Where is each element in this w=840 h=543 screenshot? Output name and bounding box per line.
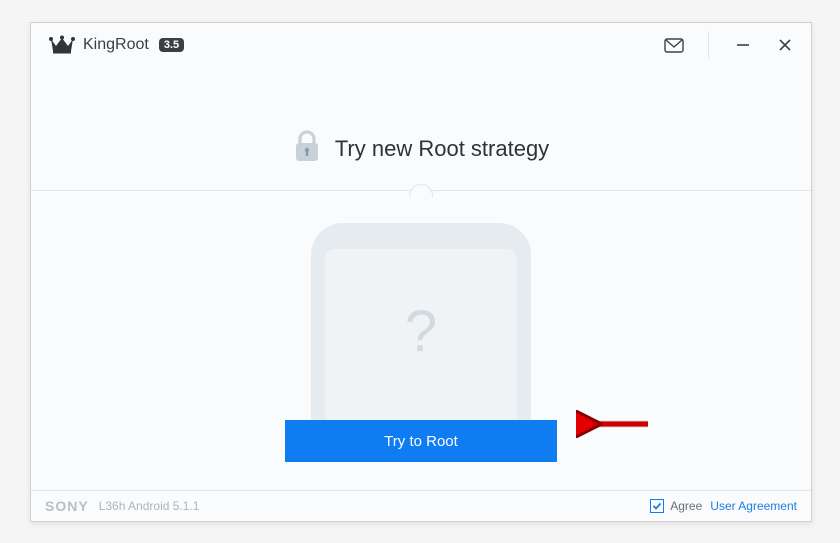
heading-text: Try new Root strategy [335, 136, 549, 162]
version-badge: 3.5 [159, 38, 184, 52]
app-window: KingRoot 3.5 [30, 22, 812, 522]
crown-logo-icon [49, 35, 75, 55]
question-mark-icon: ? [405, 298, 437, 365]
footer: SONY L36h Android 5.1.1 Agree User Agree… [31, 490, 811, 521]
titlebar-left: KingRoot 3.5 [49, 35, 184, 55]
phone-placeholder: ? [311, 223, 531, 423]
titlebar: KingRoot 3.5 [31, 23, 811, 67]
agree-label: Agree [670, 499, 702, 513]
app-name: KingRoot [83, 36, 149, 54]
titlebar-right [664, 31, 795, 59]
footer-right: Agree User Agreement [650, 499, 797, 513]
lock-icon [293, 129, 321, 168]
user-agreement-link[interactable]: User Agreement [710, 499, 797, 513]
agree-checkbox[interactable] [650, 499, 664, 513]
mail-icon[interactable] [664, 35, 684, 55]
try-to-root-button[interactable]: Try to Root [285, 420, 557, 462]
minimize-button[interactable] [733, 35, 753, 55]
device-brand: SONY [45, 498, 89, 514]
device-info: L36h Android 5.1.1 [99, 499, 200, 513]
heading: Try new Root strategy [31, 129, 811, 168]
close-button[interactable] [775, 35, 795, 55]
main-area: ? Try to Root [31, 191, 811, 490]
phone-screen: ? [325, 249, 517, 423]
titlebar-divider [708, 31, 709, 59]
